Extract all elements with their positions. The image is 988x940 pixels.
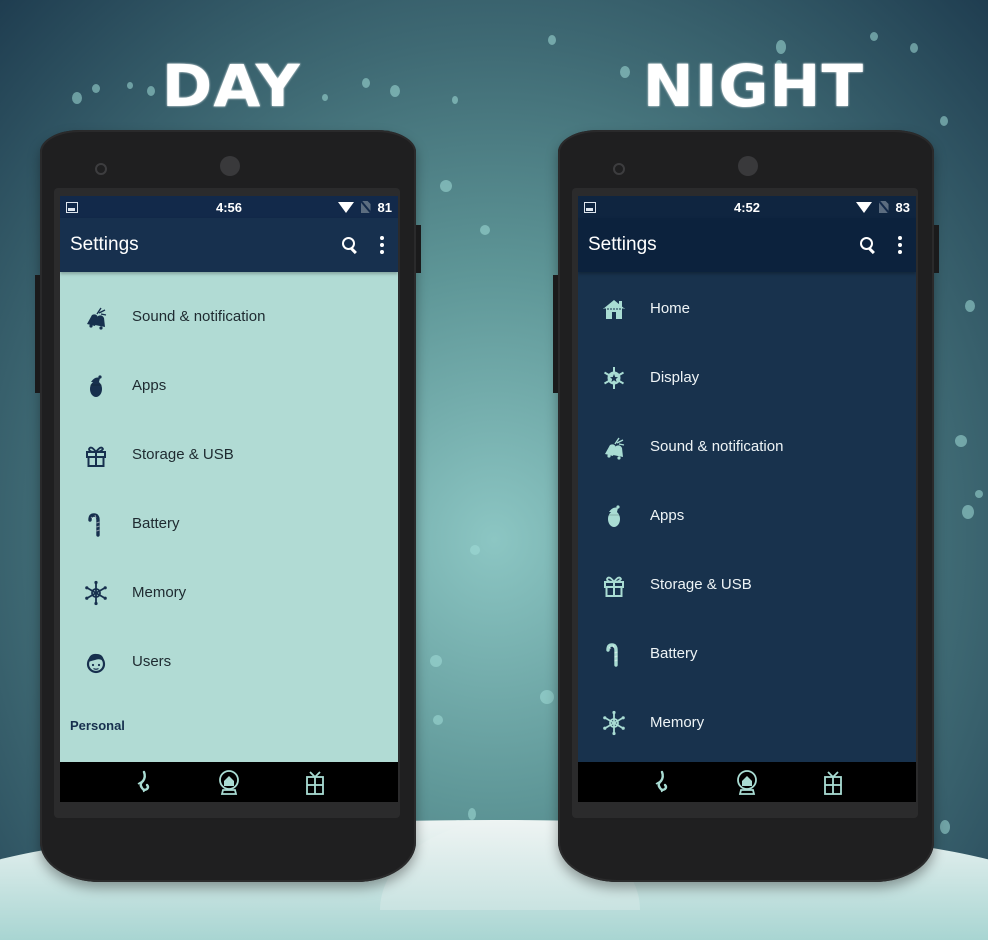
list-item-label: Apps [650,507,685,524]
bells-icon [604,436,625,460]
elf-face-icon [86,652,106,673]
back-stocking-icon[interactable] [132,769,154,795]
list-item-label: Battery [650,645,698,662]
no-sim-icon [360,201,371,213]
screen-bezel: 4:52 83 Settings Home Display Sound & no… [572,188,918,818]
list-item-label: Storage & USB [650,576,752,593]
navigation-bar [578,762,916,802]
search-icon[interactable] [342,237,358,253]
status-bar: 4:52 83 [578,196,916,218]
list-item-sound-notification[interactable]: Sound & notification [60,282,398,351]
day-phone: 4:56 81 Settings Sound & notification Ap… [35,130,421,882]
snowflake-icon [602,709,626,736]
list-item-sound-notification[interactable]: Sound & notification [578,412,916,481]
front-camera [220,156,240,176]
list-item-battery[interactable]: Battery [578,619,916,688]
screen-bezel: 4:56 81 Settings Sound & notification Ap… [54,188,400,818]
proximity-sensor [95,163,107,175]
list-item-label: Memory [650,714,705,731]
list-item-label: Apps [132,377,167,394]
list-item-label: Home [650,300,691,317]
navigation-bar [60,762,398,802]
list-item-storage-usb[interactable]: Storage & USB [60,420,398,489]
no-sim-icon [878,201,889,213]
snowflake-icon [84,579,108,606]
home-snowglobe-icon[interactable] [736,769,758,795]
power-button [934,225,939,273]
settings-list: Home Display Sound & notification Apps S… [578,272,916,762]
search-icon[interactable] [860,237,876,253]
list-item-label: Battery [132,515,180,532]
list-item-label: Sound & notification [650,438,784,455]
status-bar: 4:56 81 [60,196,398,218]
list-item-storage-usb[interactable]: Storage & USB [578,550,916,619]
list-item-label: Storage & USB [132,446,234,463]
candy-cane-icon [88,512,102,537]
more-vert-icon[interactable] [380,236,384,254]
night-heading: NIGHT [642,52,865,120]
home-snowglobe-icon[interactable] [218,769,240,795]
list-item-memory[interactable]: Memory [60,558,398,627]
house-icon [602,299,626,319]
gift-icon [604,576,624,597]
app-bar: Settings [60,218,398,272]
list-item-users[interactable]: Users [60,627,398,696]
proximity-sensor [613,163,625,175]
page-title: Settings [70,234,139,255]
night-screen: 4:52 83 Settings Home Display Sound & no… [578,196,916,802]
front-camera [738,156,758,176]
more-vert-icon[interactable] [898,236,902,254]
volume-button [35,275,40,393]
ornament-icon [607,504,621,527]
day-screen: 4:56 81 Settings Sound & notification Ap… [60,196,398,802]
ornament-icon [89,374,103,397]
night-phone: 4:52 83 Settings Home Display Sound & no… [553,130,939,882]
candy-cane-icon [606,642,620,667]
list-item-label: Users [132,653,172,670]
back-stocking-icon[interactable] [650,769,672,795]
list-item-label: Sound & notification [132,308,266,325]
app-bar: Settings [578,218,916,272]
gift-icon [86,446,106,467]
page-title: Settings [588,234,657,255]
volume-button [553,275,558,393]
list-item-label: Display [650,369,700,386]
status-time: 4:56 [215,199,243,215]
recents-gift-icon[interactable] [304,769,326,795]
list-item-apps[interactable]: Apps [578,481,916,550]
list-item-display[interactable]: Display [578,343,916,412]
list-item-label: Memory [132,584,187,601]
list-item-memory[interactable]: Memory [578,688,916,757]
power-button [416,225,421,273]
list-item-battery[interactable]: Battery [60,489,398,558]
snowflake-star-icon [603,365,625,390]
list-item-apps[interactable]: Apps [60,351,398,420]
section-header-personal: Personal [70,718,125,733]
day-heading: DAY [161,52,301,120]
list-item-home[interactable]: Home [578,274,916,343]
settings-list: Sound & notification Apps Storage & USB … [60,272,398,762]
recents-gift-icon[interactable] [822,769,844,795]
status-time: 4:52 [733,199,761,215]
bells-icon [86,306,107,330]
